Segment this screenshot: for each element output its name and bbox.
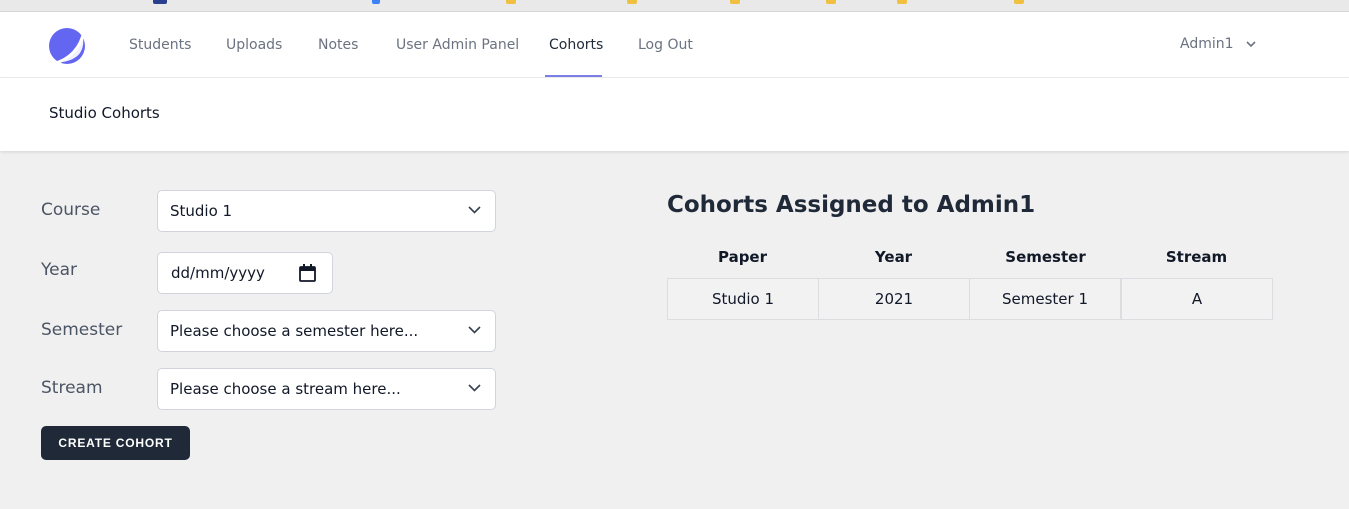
cohorts-table-title: Cohorts Assigned to Admin1 — [667, 192, 1036, 218]
year-date-placeholder: dd/mm/yyyy — [171, 264, 265, 282]
semester-select-value: Please choose a semester here... — [170, 322, 419, 340]
create-cohort-button[interactable]: CREATE COHORT — [41, 426, 190, 460]
active-tab-indicator — [545, 75, 602, 77]
folder-icon[interactable] — [1014, 0, 1024, 4]
page-header: Studio Cohorts — [0, 78, 1349, 151]
folder-icon[interactable] — [826, 0, 836, 4]
nav-link-notes[interactable]: Notes — [318, 12, 358, 78]
folder-icon[interactable] — [627, 0, 637, 4]
bookmark-icon[interactable] — [372, 0, 380, 4]
table-cell-semester: Semester 1 — [969, 278, 1121, 320]
table-cell-stream: A — [1121, 278, 1273, 320]
folder-icon[interactable] — [730, 0, 740, 4]
nav-link-students[interactable]: Students — [129, 12, 191, 78]
nav-link-cohorts[interactable]: Cohorts — [549, 12, 603, 78]
year-date-input[interactable]: dd/mm/yyyy — [157, 252, 333, 294]
nav-link-user-admin-panel[interactable]: User Admin Panel — [396, 12, 519, 78]
page-title: Studio Cohorts — [49, 104, 160, 122]
course-select[interactable]: Studio 1 — [157, 190, 496, 232]
year-label: Year — [41, 260, 77, 280]
table-cell-year: 2021 — [818, 278, 970, 320]
table-header-year: Year — [874, 248, 913, 266]
nav-link-log-out[interactable]: Log Out — [638, 12, 693, 78]
user-name: Admin1 — [1180, 36, 1234, 52]
half-moon-logo-icon[interactable] — [48, 27, 86, 65]
chevron-down-icon — [468, 326, 481, 334]
course-label: Course — [41, 200, 101, 220]
folder-icon[interactable] — [897, 0, 907, 4]
table-cell-paper: Studio 1 — [667, 278, 819, 320]
folder-icon[interactable] — [506, 0, 516, 4]
nav-link-uploads[interactable]: Uploads — [226, 12, 282, 78]
stream-select[interactable]: Please choose a stream here... — [157, 368, 496, 410]
user-menu-dropdown[interactable]: Admin1 — [1180, 12, 1256, 78]
table-header-semester: Semester — [1005, 248, 1086, 266]
semester-select[interactable]: Please choose a semester here... — [157, 310, 496, 352]
chevron-down-icon — [468, 384, 481, 392]
calendar-icon[interactable] — [299, 264, 316, 282]
top-navbar: Students Uploads Notes User Admin Panel … — [0, 12, 1349, 78]
browser-bookmarks-strip — [0, 0, 1349, 12]
stream-label: Stream — [41, 378, 103, 398]
table-header-stream: Stream — [1165, 248, 1228, 266]
stream-select-value: Please choose a stream here... — [170, 380, 401, 398]
table-row: Studio 1 2021 Semester 1 A — [667, 278, 1273, 320]
course-select-value: Studio 1 — [170, 202, 233, 220]
table-header-paper: Paper — [717, 248, 768, 266]
chevron-down-icon — [1246, 40, 1256, 47]
semester-label: Semester — [41, 320, 123, 340]
bookmark-icon[interactable] — [153, 0, 167, 4]
chevron-down-icon — [468, 206, 481, 214]
